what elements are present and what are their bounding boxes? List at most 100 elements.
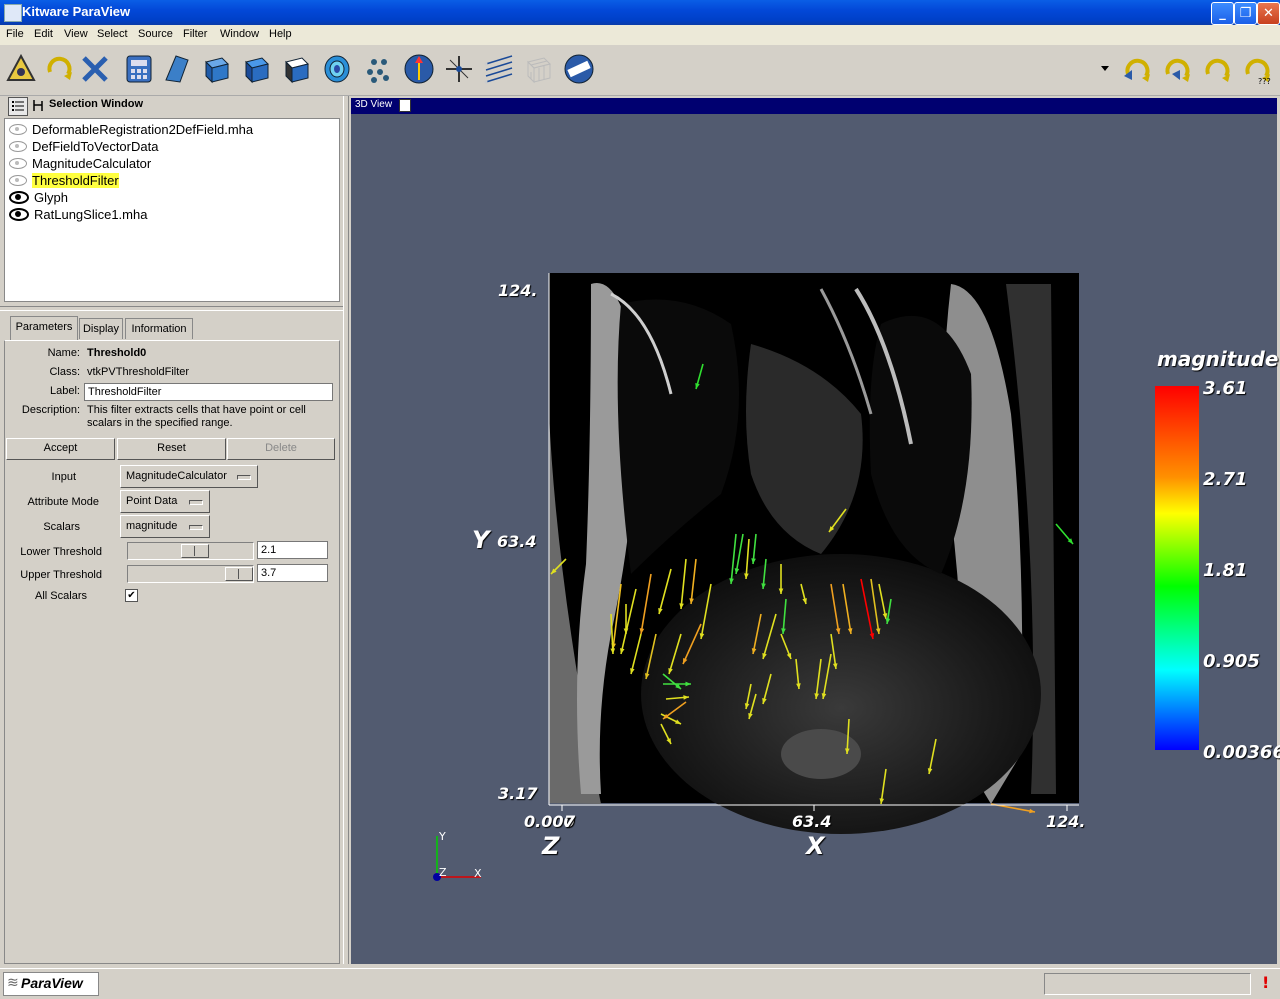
input-select[interactable]: MagnitudeCalculator <box>120 465 258 488</box>
lower-threshold-label: Lower Threshold <box>20 546 102 558</box>
calculator-icon[interactable] <box>122 52 156 86</box>
lower-threshold-slider[interactable] <box>127 542 254 560</box>
restore-button[interactable]: ❐ <box>1234 2 1257 25</box>
scalars-select[interactable]: magnitude <box>120 515 210 538</box>
menu-select[interactable]: Select <box>97 28 128 40</box>
pipeline-item[interactable]: MagnitudeCalculator <box>9 156 151 173</box>
attribute-mode-select[interactable]: Point Data <box>120 490 210 513</box>
legend-title: magnitude <box>1157 347 1279 371</box>
threshold-icon[interactable] <box>240 52 274 86</box>
pipeline-item-label: Glyph <box>34 190 68 205</box>
menu-source[interactable]: Source <box>138 28 173 40</box>
class-label: Class: <box>49 366 80 378</box>
color-legend-bar <box>1155 386 1199 750</box>
upper-threshold-slider[interactable] <box>127 565 254 583</box>
input-select-value: MagnitudeCalculator <box>126 470 227 482</box>
extract-grid-icon[interactable] <box>280 52 314 86</box>
x-tick-overlap: 7 <box>564 812 576 831</box>
eye-visible-icon[interactable] <box>9 191 29 205</box>
list-view-icon[interactable] <box>8 97 28 116</box>
title-bar: Kitware ParaView _ ❐ ✕ <box>0 0 1280 25</box>
menu-filter[interactable]: Filter <box>183 28 207 40</box>
cut-icon[interactable] <box>160 52 194 86</box>
delete-button[interactable]: Delete <box>227 438 335 460</box>
interact-icon[interactable] <box>78 52 112 86</box>
vertical-splitter[interactable] <box>343 96 349 964</box>
graph-view-icon[interactable] <box>30 97 48 114</box>
extract-block-icon[interactable] <box>522 52 556 86</box>
attribute-mode-label: Attribute Mode <box>27 496 99 508</box>
description-line-2: scalars in the specified range. <box>87 417 233 429</box>
pipeline-browser: DeformableRegistration2DefField.mha DefF… <box>4 118 340 302</box>
redo-icon[interactable] <box>1200 52 1234 86</box>
eye-hidden-icon[interactable] <box>9 175 27 187</box>
logo-text: ParaView <box>21 975 83 991</box>
tab-information[interactable]: Information <box>125 318 193 339</box>
ruler-icon[interactable] <box>562 52 596 86</box>
description-label: Description: <box>21 404 80 416</box>
eye-hidden-icon[interactable] <box>9 141 27 153</box>
clip-icon[interactable] <box>200 52 234 86</box>
tab-display[interactable]: Display <box>79 318 123 339</box>
tab-parameters[interactable]: Parameters <box>10 316 78 340</box>
y-tick-top: 124. <box>498 281 538 300</box>
menu-bar: File Edit View Select Source Filter Wind… <box>0 25 1280 45</box>
error-icon[interactable]: ! <box>1262 973 1269 992</box>
slider-thumb[interactable] <box>181 544 209 558</box>
x-tick-right: 124. <box>1046 812 1086 831</box>
help-icon[interactable]: ??? <box>1240 52 1274 86</box>
stream-tracer-icon[interactable] <box>402 52 436 86</box>
probe-icon[interactable] <box>482 52 516 86</box>
eye-visible-icon[interactable] <box>9 208 29 222</box>
close-button[interactable]: ✕ <box>1257 2 1280 25</box>
view-settings-icon[interactable] <box>399 99 411 112</box>
menu-edit[interactable]: Edit <box>34 28 53 40</box>
logo-wave-icon: ≋ <box>7 975 19 991</box>
rotate-icon[interactable] <box>42 52 76 86</box>
splitter[interactable] <box>0 306 344 311</box>
pipeline-item[interactable]: DeformableRegistration2DefField.mha <box>9 122 253 139</box>
x-axis-label: X <box>806 832 825 860</box>
menu-help[interactable]: Help <box>269 28 292 40</box>
y-tick-mid: 63.4 <box>497 532 537 551</box>
warp-icon[interactable] <box>442 52 476 86</box>
slider-thumb[interactable] <box>225 567 253 581</box>
undo-camera-icon[interactable] <box>1160 52 1194 86</box>
eye-hidden-icon[interactable] <box>9 124 27 136</box>
svg-text:???: ??? <box>1258 77 1271 86</box>
legend-tick: 3.61 <box>1203 378 1248 399</box>
menu-file[interactable]: File <box>6 28 24 40</box>
label-field[interactable]: ThresholdFilter <box>84 383 333 401</box>
pipeline-item[interactable]: DefFieldToVectorData <box>9 139 158 156</box>
reset-button[interactable]: Reset <box>117 438 226 460</box>
lower-threshold-input[interactable]: 2.1 <box>257 541 328 559</box>
contour-icon[interactable] <box>320 52 354 86</box>
menu-view[interactable]: View <box>64 28 88 40</box>
label-label: Label: <box>50 385 80 397</box>
pipeline-item[interactable]: RatLungSlice1.mha <box>9 207 147 224</box>
scalars-label: Scalars <box>43 521 80 533</box>
pipeline-item-selected[interactable]: ThresholdFilter <box>9 173 119 190</box>
pipeline-item[interactable]: Glyph <box>9 190 68 207</box>
progress-bar <box>1044 973 1251 995</box>
name-value: Threshold0 <box>87 347 147 359</box>
undo-icon[interactable] <box>1120 52 1154 86</box>
pipeline-item-label: RatLungSlice1.mha <box>34 207 148 222</box>
status-bar: ≋ ParaView ! <box>0 968 1280 999</box>
chevron-down-icon <box>189 525 203 530</box>
upper-threshold-input[interactable]: 3.7 <box>257 564 328 582</box>
all-scalars-label: All Scalars <box>35 590 87 602</box>
toolbar-dropdown-icon[interactable] <box>1101 66 1109 71</box>
upper-threshold-label: Upper Threshold <box>20 569 102 581</box>
glyph-icon[interactable] <box>362 52 396 86</box>
accept-button[interactable]: Accept <box>6 438 115 460</box>
eye-hidden-icon[interactable] <box>9 158 27 170</box>
class-value: vtkPVThresholdFilter <box>87 366 190 378</box>
pipeline-item-label: DefFieldToVectorData <box>32 139 159 154</box>
all-scalars-checkbox[interactable]: ✔ <box>125 589 138 602</box>
parameters-panel <box>4 340 340 964</box>
minimize-button[interactable]: _ <box>1211 2 1234 25</box>
menu-window[interactable]: Window <box>220 28 259 40</box>
reset-camera-icon[interactable] <box>4 52 38 86</box>
y-tick-bottom: 3.17 <box>498 784 538 803</box>
